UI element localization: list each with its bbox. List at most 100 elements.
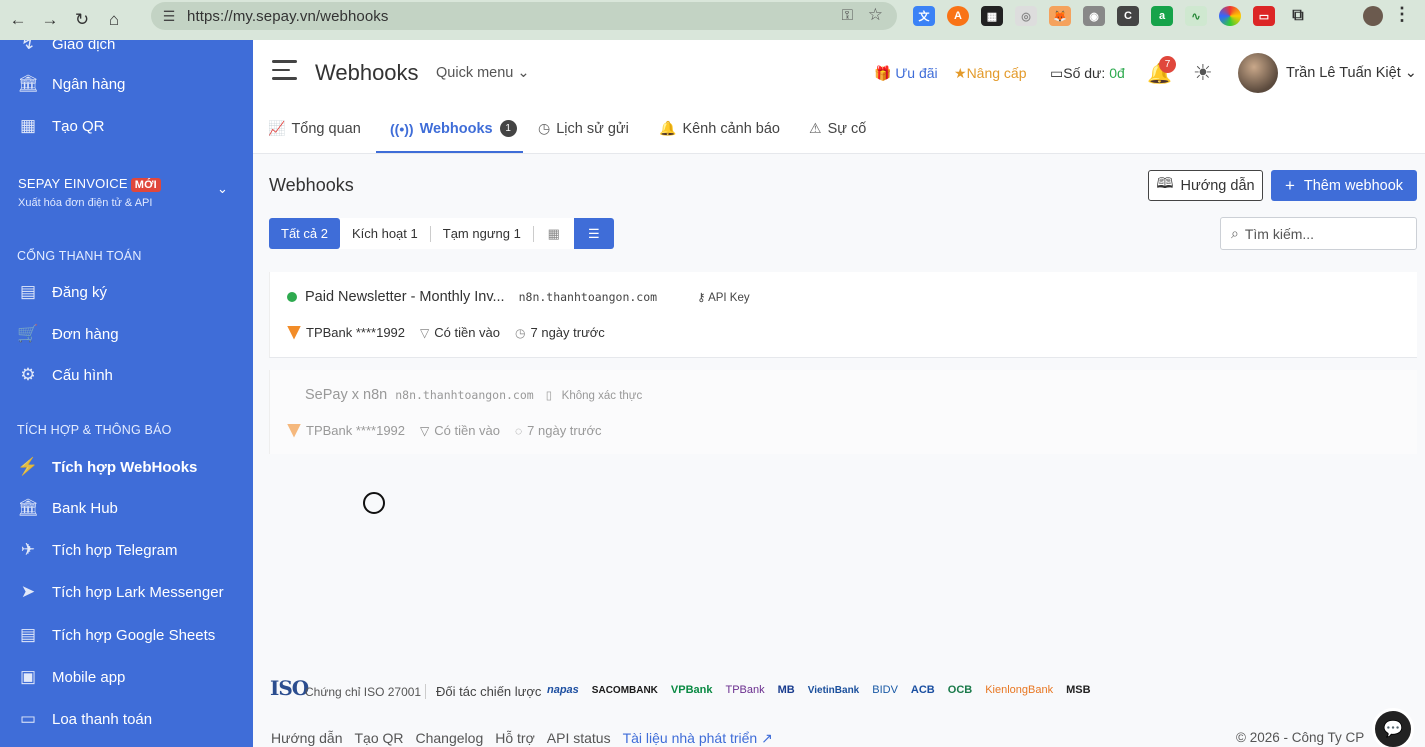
- webhook-time: 7 ngày trước: [527, 423, 602, 438]
- add-webhook-button[interactable]: + Thêm webhook: [1271, 170, 1417, 201]
- webhook-name[interactable]: Paid Newsletter - Monthly Inv...: [305, 289, 505, 305]
- puzzle-extensions-icon[interactable]: ⧉: [1287, 6, 1309, 26]
- sidebar-item-giao-dich[interactable]: ↯ Giao dịch: [18, 40, 116, 58]
- sidebar-einvoice[interactable]: SEPAY EINVOICE MỚI Xuất hóa đơn điện tử &…: [18, 176, 161, 209]
- webhook-bank: TPBank ****1992: [306, 423, 406, 438]
- chart-line-icon: 📈: [268, 120, 286, 136]
- url-text[interactable]: https://my.sepay.vn/webhooks: [187, 8, 389, 25]
- site-settings-icon[interactable]: ☰: [155, 8, 183, 25]
- einvoice-title: SEPAY EINVOICE: [18, 176, 128, 191]
- status-active-dot: [287, 292, 297, 302]
- avatar[interactable]: [1238, 53, 1278, 93]
- user-menu[interactable]: Trần Lê Tuấn Kiệt ⌄: [1286, 65, 1417, 81]
- password-key-icon[interactable]: ⚿: [842, 7, 853, 24]
- tab-webhooks[interactable]: ((•)) Webhooks 1: [390, 120, 517, 137]
- sidebar-item-don-hang[interactable]: 🛒 Đơn hàng: [17, 320, 118, 348]
- book-icon: 🕮: [1156, 176, 1174, 192]
- browser-profile-avatar[interactable]: [1363, 6, 1383, 26]
- quick-menu-dropdown[interactable]: Quick menu ⌄: [436, 65, 530, 81]
- quick-menu-label: Quick menu: [436, 65, 514, 81]
- sidebar-item-label: Tích hợp Telegram: [52, 541, 178, 559]
- extension-icon[interactable]: ◉: [1083, 6, 1105, 26]
- filter-all[interactable]: Tất cả 2: [269, 218, 340, 249]
- promo-link[interactable]: 🎁 Ưu đãi: [874, 65, 938, 82]
- webhook-bank: TPBank ****1992: [306, 325, 406, 340]
- browser-menu-icon[interactable]: ⋮: [1393, 4, 1411, 25]
- tab-tong-quan[interactable]: 📈 Tổng quan: [268, 120, 361, 137]
- extension-icon[interactable]: A: [947, 6, 969, 26]
- register-icon: ▤: [19, 282, 37, 301]
- sidebar-item-cau-hinh[interactable]: ⚙ Cấu hình: [18, 361, 113, 389]
- filter-group: Tất cả 2 Kích hoạt 1 Tạm ngưng 1 ▦ ☰: [269, 218, 614, 249]
- filter-paused[interactable]: Tạm ngưng 1: [431, 218, 533, 249]
- extensions-bar: 文 A ▦ ◎ 🦊 ◉ C a ∿ ▭ ⧉: [913, 6, 1309, 26]
- bookmark-star-icon[interactable]: ☆: [868, 5, 883, 25]
- search-icon: ⌕: [1231, 225, 1239, 241]
- hamburger-menu-icon[interactable]: [272, 60, 297, 82]
- sidebar-item-ngan-hang[interactable]: 🏛 Ngân hàng: [17, 70, 125, 98]
- auth-label: Không xác thực: [561, 390, 643, 402]
- napas-logo: napas: [547, 684, 579, 696]
- extension-icon[interactable]: a: [1151, 6, 1173, 26]
- tab-label: Kênh cảnh báo: [682, 120, 780, 137]
- upgrade-link[interactable]: ★Nâng cấp: [954, 65, 1027, 82]
- footer-link-support[interactable]: Hỗ trợ: [495, 730, 535, 747]
- qr-extension-icon[interactable]: ▦: [981, 6, 1003, 26]
- extension-icon[interactable]: ◎: [1015, 6, 1037, 26]
- reload-icon[interactable]: ↻: [67, 5, 97, 35]
- color-extension-icon[interactable]: [1219, 6, 1241, 26]
- footer-link-api-status[interactable]: API status: [547, 730, 611, 747]
- address-bar[interactable]: ☰ https://my.sepay.vn/webhooks ⚿ ☆: [151, 2, 897, 30]
- extension-icon[interactable]: ∿: [1185, 6, 1207, 26]
- partners-label: Đối tác chiến lược: [436, 684, 542, 699]
- chevron-down-icon[interactable]: ⌄: [217, 181, 228, 197]
- sidebar-item-lark[interactable]: ➤ Tích hợp Lark Messenger: [18, 578, 224, 606]
- webhook-card[interactable]: SePay x n8n n8n.thanhtoangon.com ▯ Không…: [269, 370, 1417, 454]
- sidebar-item-mobile-app[interactable]: ▣ Mobile app: [18, 663, 125, 691]
- chat-bubble-icon[interactable]: 💬: [1372, 708, 1414, 747]
- sidebar-item-telegram[interactable]: ✈ Tích hợp Telegram: [18, 536, 178, 564]
- back-icon[interactable]: ←: [3, 5, 33, 35]
- mobile-icon: ▣: [19, 667, 37, 686]
- sidebar-item-webhooks[interactable]: ⚡ Tích hợp WebHooks: [17, 453, 197, 481]
- theme-toggle-sun-icon[interactable]: ☀: [1193, 60, 1213, 86]
- footer-link-changelog[interactable]: Changelog: [416, 730, 484, 747]
- list-view-icon[interactable]: ☰: [573, 218, 614, 249]
- webhook-card[interactable]: Paid Newsletter - Monthly Inv... n8n.tha…: [269, 272, 1417, 358]
- metamask-extension-icon[interactable]: 🦊: [1049, 6, 1071, 26]
- sidebar-item-label: Bank Hub: [52, 499, 118, 517]
- tab-kenh-canh-bao[interactable]: 🔔 Kênh cảnh báo: [659, 120, 780, 137]
- footer-link-dev-docs[interactable]: Tài liệu nhà phát triển ↗: [623, 730, 773, 747]
- loading-icon: ◌: [515, 423, 523, 438]
- lightning-icon: ⚡: [17, 457, 39, 476]
- add-webhook-label: Thêm webhook: [1303, 177, 1404, 194]
- webhook-name[interactable]: SePay x n8n: [305, 387, 387, 403]
- promo-label: Ưu đãi: [895, 65, 938, 81]
- new-badge: MỚI: [130, 178, 161, 192]
- footer-link-guide[interactable]: Hướng dẫn: [271, 730, 342, 747]
- search-input[interactable]: [1244, 225, 1395, 242]
- sidebar-item-tao-qr[interactable]: ▦ Tạo QR: [18, 112, 105, 140]
- search-box[interactable]: ⌕: [1220, 217, 1417, 250]
- sidebar-item-dang-ky[interactable]: ▤ Đăng ký: [18, 278, 107, 306]
- balance-value: 0đ: [1109, 65, 1125, 81]
- qr-code-icon: ▦: [19, 116, 37, 135]
- extension-icon[interactable]: C: [1117, 6, 1139, 26]
- grid-view-icon[interactable]: ▦: [534, 218, 574, 249]
- footer-link-qr[interactable]: Tạo QR: [354, 730, 403, 747]
- sidebar-item-google-sheets[interactable]: ▤ Tích hợp Google Sheets: [18, 621, 215, 649]
- bank-icon: 🏛: [17, 74, 39, 93]
- home-icon[interactable]: ⌂: [99, 5, 129, 35]
- guide-button[interactable]: 🕮 Hướng dẫn: [1148, 170, 1263, 201]
- balance-link[interactable]: ▭Số dư: 0đ: [1050, 65, 1125, 82]
- iso-logo: ISO: [270, 676, 309, 700]
- translate-extension-icon[interactable]: 文: [913, 6, 935, 26]
- sidebar-item-loa-thanh-toan[interactable]: ▭ Loa thanh toán: [18, 705, 152, 733]
- extension-icon[interactable]: ▭: [1253, 6, 1275, 26]
- tab-su-co[interactable]: ⚠ Sự cố: [809, 120, 866, 137]
- tpbank-logo-icon: [287, 325, 301, 340]
- tab-lich-su-gui[interactable]: ◷ Lịch sử gửi: [538, 120, 629, 137]
- forward-icon[interactable]: →: [35, 5, 65, 35]
- sidebar-item-bank-hub[interactable]: 🏛 Bank Hub: [17, 494, 118, 522]
- filter-active[interactable]: Kích hoạt 1: [340, 218, 430, 249]
